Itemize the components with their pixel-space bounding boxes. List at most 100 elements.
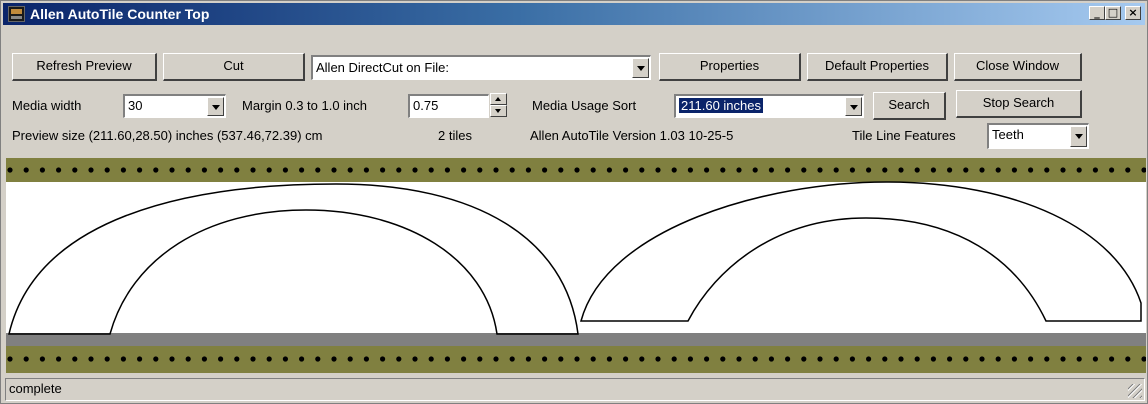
- margin-spinner[interactable]: [490, 93, 507, 120]
- band-hole: [590, 356, 596, 362]
- band-hole: [558, 167, 564, 173]
- tile-line-features-label: Tile Line Features: [852, 128, 956, 143]
- band-hole: [331, 356, 337, 362]
- default-properties-button[interactable]: Default Properties: [807, 53, 948, 81]
- cut-button[interactable]: Cut: [163, 53, 305, 81]
- chevron-down-icon[interactable]: [207, 97, 224, 116]
- band-hole: [380, 167, 386, 173]
- band-hole: [1011, 356, 1018, 362]
- spin-up-icon[interactable]: [490, 93, 507, 105]
- band-hole: [1060, 167, 1066, 173]
- band-hole: [833, 167, 839, 173]
- band-hole: [493, 167, 499, 173]
- band-hole: [1125, 167, 1131, 173]
- band-hole: [169, 167, 175, 173]
- band-hole: [299, 167, 305, 173]
- band-hole: [218, 167, 224, 173]
- media-usage-sort-label: Media Usage Sort: [532, 98, 637, 113]
- band-hole: [1060, 356, 1066, 362]
- band-hole: [120, 356, 126, 362]
- band-hole: [477, 356, 483, 362]
- preview-size-text: Preview size (211.60,28.50) inches (537.…: [12, 128, 323, 143]
- band-hole: [963, 356, 969, 362]
- output-device-select[interactable]: Allen DirectCut on File:: [311, 55, 651, 80]
- band-hole: [153, 167, 159, 173]
- band-hole: [979, 356, 985, 362]
- band-hole: [590, 167, 596, 173]
- maximize-button[interactable]: □: [1105, 6, 1121, 20]
- band-hole: [23, 356, 29, 362]
- band-hole: [120, 167, 126, 173]
- band-hole: [801, 167, 807, 173]
- band-hole: [866, 356, 872, 362]
- title-bar[interactable]: Allen AutoTile Counter Top _ □ ×: [3, 3, 1145, 25]
- band-hole: [752, 356, 758, 362]
- band-hole: [153, 356, 159, 362]
- band-hole: [1125, 356, 1131, 362]
- band-hole: [201, 167, 207, 173]
- band-hole: [39, 167, 46, 173]
- band-hole: [185, 356, 191, 362]
- band-hole: [995, 167, 1001, 173]
- band-hole: [639, 167, 645, 173]
- band-hole: [315, 167, 321, 173]
- band-hole: [56, 356, 62, 362]
- band-hole: [250, 356, 256, 362]
- band-hole: [185, 167, 191, 173]
- band-hole: [623, 167, 629, 173]
- band-hole: [704, 167, 710, 173]
- band-hole: [380, 356, 386, 362]
- chevron-down-icon[interactable]: [1070, 126, 1087, 147]
- band-hole: [201, 356, 207, 362]
- band-hole: [606, 356, 613, 362]
- tile-count-text: 2 tiles: [438, 128, 472, 143]
- media-width-select[interactable]: 30: [123, 94, 226, 118]
- band-hole: [995, 356, 1001, 362]
- band-hole: [687, 356, 694, 362]
- band-hole: [1109, 167, 1115, 173]
- media-width-value: 30: [128, 98, 143, 113]
- minimize-button[interactable]: _: [1089, 6, 1105, 20]
- band-hole: [639, 356, 645, 362]
- band-hole: [1011, 167, 1018, 173]
- band-hole: [752, 167, 758, 173]
- band-hole: [1092, 167, 1098, 173]
- close-button[interactable]: ×: [1125, 6, 1141, 20]
- band-hole: [104, 356, 110, 362]
- chevron-down-icon[interactable]: [632, 58, 649, 78]
- band-hole: [331, 167, 337, 173]
- search-button[interactable]: Search: [873, 92, 946, 120]
- close-window-button[interactable]: Close Window: [954, 53, 1082, 81]
- tile-preview-canvas[interactable]: [6, 158, 1146, 373]
- band-hole: [655, 356, 661, 362]
- tile-line-features-select[interactable]: Teeth: [987, 123, 1089, 149]
- media-width-label: Media width: [12, 98, 82, 113]
- margin-input[interactable]: 0.75: [408, 94, 489, 118]
- band-hole: [963, 167, 969, 173]
- chevron-down-icon[interactable]: [845, 97, 862, 116]
- band-hole: [444, 356, 450, 362]
- properties-button[interactable]: Properties: [659, 53, 801, 81]
- band-hole: [88, 356, 94, 362]
- band-hole: [882, 167, 888, 173]
- refresh-preview-button[interactable]: Refresh Preview: [12, 53, 157, 81]
- media-usage-sort-select[interactable]: 211.60 inches: [674, 94, 864, 118]
- resize-grip-icon[interactable]: [1128, 384, 1142, 398]
- band-hole: [704, 356, 710, 362]
- margin-label: Margin 0.3 to 1.0 inch: [242, 98, 368, 113]
- band-hole: [882, 356, 888, 362]
- band-hole: [801, 356, 807, 362]
- band-hole: [655, 167, 661, 173]
- band-hole: [671, 356, 677, 362]
- band-hole: [39, 356, 46, 362]
- band-hole: [315, 356, 321, 362]
- band-hole: [1028, 167, 1034, 173]
- band-hole: [137, 356, 143, 362]
- band-hole: [493, 356, 499, 362]
- spin-down-icon[interactable]: [490, 105, 507, 117]
- band-hole: [606, 167, 613, 173]
- preview-drawing: [6, 158, 1146, 373]
- stop-search-button[interactable]: Stop Search: [956, 90, 1082, 118]
- band-hole: [930, 167, 937, 173]
- band-hole: [736, 167, 742, 173]
